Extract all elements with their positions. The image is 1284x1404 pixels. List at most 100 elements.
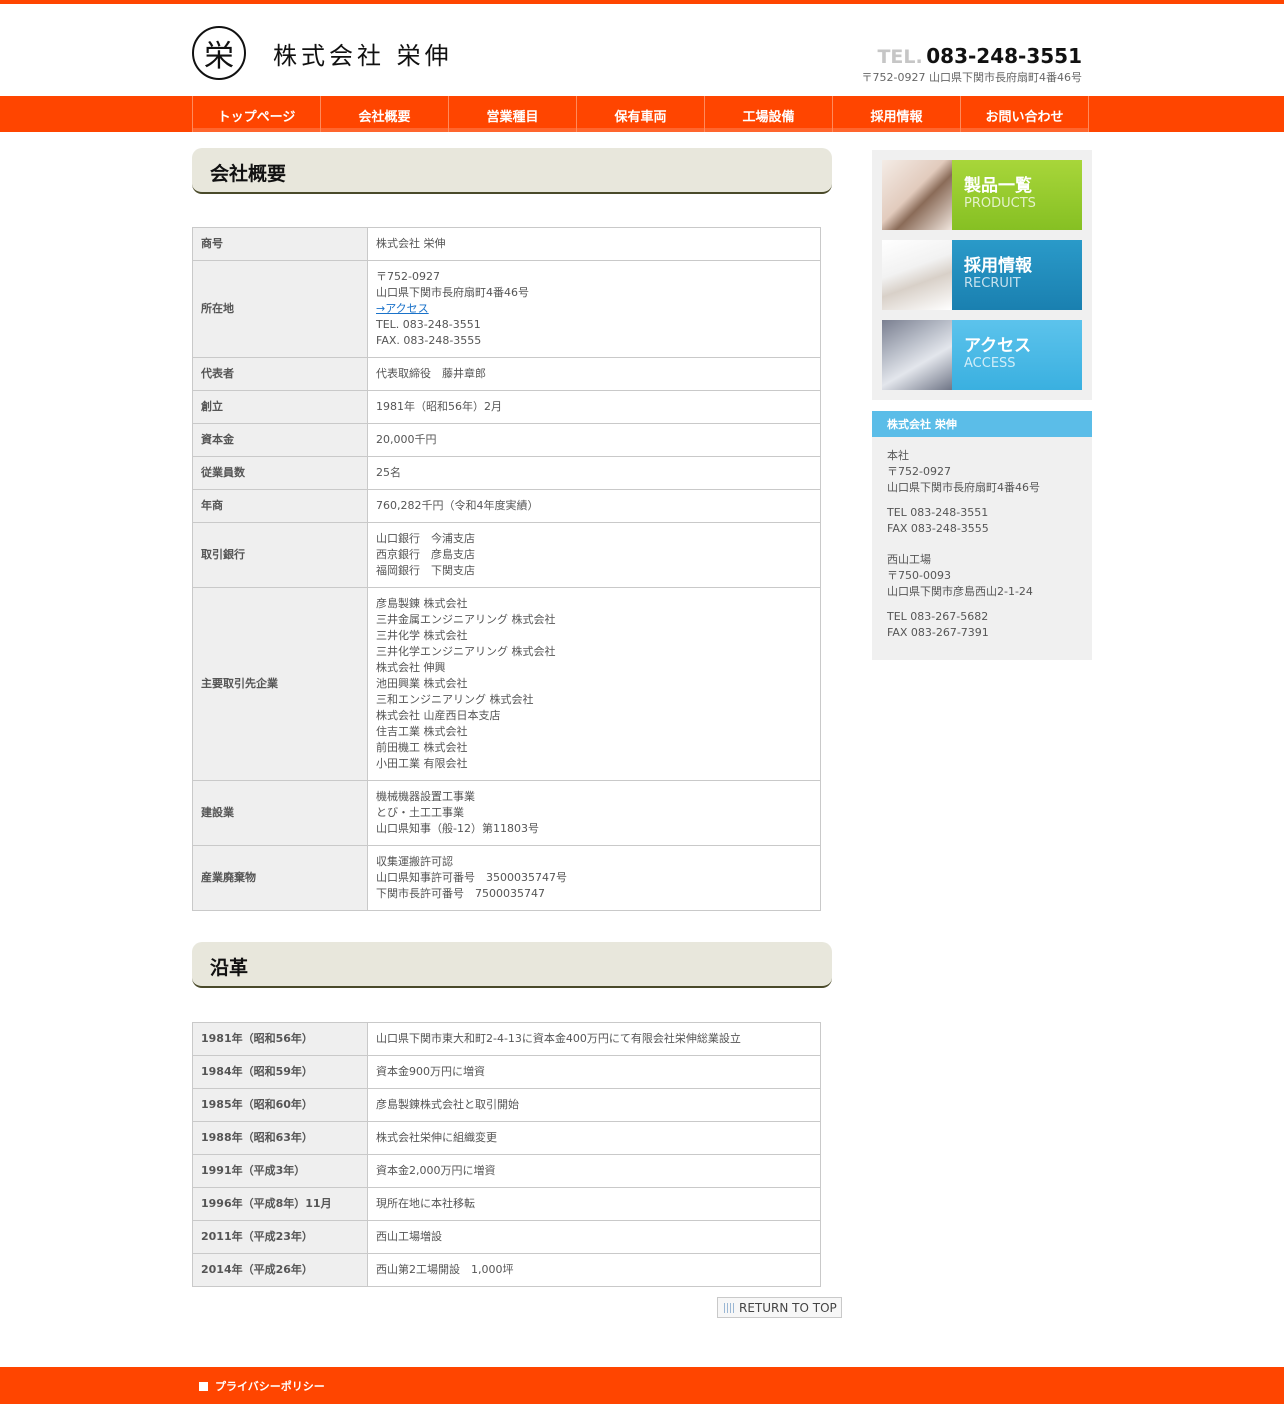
table-row: 所在地 〒752-0927 山口県下関市長府扇町4番46号 →アクセス TEL.… [192, 260, 821, 358]
history-heading: 沿革 [192, 942, 832, 988]
banner-title: 採用情報 [964, 256, 1032, 276]
row-value: 〒752-0927 [376, 270, 440, 283]
banner-title: アクセス [964, 336, 1032, 356]
history-title: 沿革 [210, 956, 249, 979]
table-row: 1984年（昭和59年） 資本金900万円に増資 [192, 1055, 821, 1089]
table-row: 産業廃棄物 収集運搬許可認 山口県知事許可番号 3500035747号 下関市長… [192, 845, 821, 911]
overview-heading: 会社概要 [192, 148, 832, 194]
row-value: FAX. 083-248-3555 [376, 334, 482, 347]
history-event: 西山工場増設 [367, 1220, 821, 1254]
row-label: 産業廃棄物 [192, 845, 368, 911]
square-bullet-icon [199, 1381, 208, 1391]
table-row: 建設業 機械機器設置工事業 とび・土工工事業 山口県知事（般-12）第11803… [192, 780, 821, 846]
access-link[interactable]: →アクセス [376, 302, 429, 315]
nav-company[interactable]: 会社概要 [321, 96, 449, 132]
company-logo[interactable]: 栄 [192, 26, 246, 80]
row-value: 前田機工 株式会社 [376, 741, 468, 754]
header-address: 〒752-0927 山口県下関市長府扇町4番46号 [861, 71, 1082, 84]
hq-postal: 〒752-0927 [887, 465, 951, 478]
history-event: 西山第2工場開設 1,000坪 [367, 1253, 821, 1287]
banner-subtitle: PRODUCTS [964, 196, 1036, 211]
up-arrow-icon [724, 1302, 734, 1313]
top-accent-line [0, 0, 1284, 4]
table-row: 1988年（昭和63年） 株式会社栄伸に組織変更 [192, 1121, 821, 1155]
recruit-banner[interactable]: 採用情報 RECRUIT [882, 240, 1082, 310]
row-value: 山口県知事許可番号 3500035747号 [376, 871, 567, 884]
footer: プライバシーポリシー [0, 1367, 1284, 1404]
table-row: 代表者 代表取締役 藤井章郎 [192, 357, 821, 391]
history-year: 1996年（平成8年）11月 [192, 1187, 368, 1221]
table-row: 1985年（昭和60年） 彦島製錬株式会社と取引開始 [192, 1088, 821, 1122]
hq-tel: TEL 083-248-3551 [887, 506, 989, 519]
table-row: 年商 760,282千円（令和4年度実績） [192, 489, 821, 523]
banner-title: 製品一覧 [964, 176, 1032, 196]
row-label: 建設業 [192, 780, 368, 846]
privacy-policy-link[interactable]: プライバシーポリシー [199, 1378, 325, 1394]
row-label: 年商 [192, 489, 368, 523]
row-value: 山口銀行 今浦支店 [376, 532, 475, 545]
history-event: 株式会社栄伸に組織変更 [367, 1121, 821, 1155]
row-value: 山口県知事（般-12）第11803号 [376, 822, 539, 835]
overview-title: 会社概要 [210, 162, 287, 185]
row-label: 主要取引先企業 [192, 587, 368, 781]
global-nav: トップページ 会社概要 営業種目 保有車両 工場設備 採用情報 お問い合わせ [0, 96, 1284, 132]
row-value: 下関市長許可番号 7500035747 [376, 887, 545, 900]
history-year: 1991年（平成3年） [192, 1154, 368, 1188]
sidebar-banners: 製品一覧 PRODUCTS 採用情報 RECRUIT アクセス ACCESS [872, 150, 1092, 400]
row-value: 1981年（昭和56年）2月 [376, 400, 502, 413]
company-name: 株式会社 栄伸 [273, 42, 453, 70]
row-value: 株式会社 山産西日本支店 [376, 709, 501, 722]
history-table: 1981年（昭和56年） 山口県下関市東大和町2-4-13に資本金400万円にて有… [192, 1022, 821, 1287]
row-value: 小田工業 有限会社 [376, 757, 468, 770]
table-row: 商号 株式会社 栄伸 [192, 227, 821, 261]
nav-business[interactable]: 営業種目 [449, 96, 577, 132]
return-to-top-button[interactable]: RETURN TO TOP [717, 1297, 842, 1318]
history-year: 2011年（平成23年） [192, 1220, 368, 1254]
hq-address: 山口県下関市長府扇町4番46号 [887, 481, 1040, 494]
row-value: 西京銀行 彦島支店 [376, 548, 475, 561]
table-row: 資本金 20,000千円 [192, 423, 821, 457]
factory-address: 山口県下関市彦島西山2-1-24 [887, 585, 1033, 598]
factory-postal: 〒750-0093 [887, 569, 951, 582]
privacy-policy-label: プライバシーポリシー [215, 1380, 325, 1393]
row-value: 760,282千円（令和4年度実績） [376, 499, 539, 512]
row-value: 収集運搬許可認 [376, 855, 453, 868]
header-phone: TEL. 083-248-3551 [877, 44, 1082, 68]
factory-label: 西山工場 [887, 553, 931, 566]
crowd-photo [882, 320, 952, 390]
hq-fax: FAX 083-248-3555 [887, 522, 989, 535]
row-value: とび・土工工事業 [376, 806, 464, 819]
nav-vehicles[interactable]: 保有車両 [577, 96, 705, 132]
table-row: 1981年（昭和56年） 山口県下関市東大和町2-4-13に資本金400万円にて有… [192, 1022, 821, 1056]
row-value: 三井金属エンジニアリング 株式会社 [376, 613, 556, 626]
nav-recruit[interactable]: 採用情報 [833, 96, 961, 132]
logo-mark: 栄 [204, 39, 234, 74]
table-row: 1996年（平成8年）11月 現所在地に本社移転 [192, 1187, 821, 1221]
row-value: 三和エンジニアリング 株式会社 [376, 693, 534, 706]
table-row: 主要取引先企業 彦島製錬 株式会社 三井金属エンジニアリング 株式会社 三井化学… [192, 587, 821, 781]
history-year: 2014年（平成26年） [192, 1253, 368, 1287]
sidebar-info-title: 株式会社 栄伸 [872, 411, 1092, 437]
operator-photo [882, 160, 952, 230]
row-label: 従業員数 [192, 456, 368, 490]
table-row: 2014年（平成26年） 西山第2工場開設 1,000坪 [192, 1253, 821, 1287]
row-label: 商号 [192, 227, 368, 261]
table-row: 従業員数 25名 [192, 456, 821, 490]
row-value: 代表取締役 藤井章郎 [376, 367, 486, 380]
row-value: 彦島製錬 株式会社 [376, 597, 468, 610]
row-value: 機械機器設置工事業 [376, 790, 475, 803]
access-banner[interactable]: アクセス ACCESS [882, 320, 1082, 390]
history-event: 資本金900万円に増資 [367, 1055, 821, 1089]
history-year: 1984年（昭和59年） [192, 1055, 368, 1089]
hq-label: 本社 [887, 449, 909, 462]
table-row: 取引銀行 山口銀行 今浦支店 西京銀行 彦島支店 福岡銀行 下関支店 [192, 522, 821, 588]
nav-top[interactable]: トップページ [193, 96, 321, 132]
nav-facilities[interactable]: 工場設備 [705, 96, 833, 132]
nav-contact[interactable]: お問い合わせ [961, 96, 1089, 132]
products-banner[interactable]: 製品一覧 PRODUCTS [882, 160, 1082, 230]
history-year: 1985年（昭和60年） [192, 1088, 368, 1122]
row-label: 代表者 [192, 357, 368, 391]
sidebar-company-info: 株式会社 栄伸 本社 〒752-0927 山口県下関市長府扇町4番46号 TEL… [872, 411, 1092, 660]
row-value: 20,000千円 [376, 433, 437, 446]
row-value: 25名 [376, 466, 401, 479]
